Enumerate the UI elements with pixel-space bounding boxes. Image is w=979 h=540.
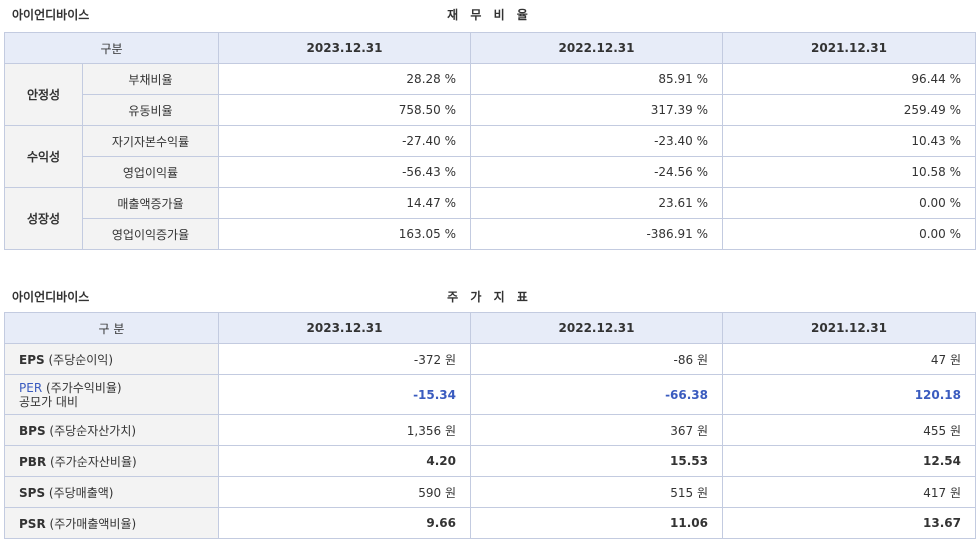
table-row: 성장성 매출액증가율 14.47 % 23.61 % 0.00 % xyxy=(4,187,976,250)
column-header: 구 분 xyxy=(4,312,219,344)
row-label: 부채비율 xyxy=(82,63,219,95)
indicator-code: PBR xyxy=(19,454,47,469)
table-row-bps: BPS (주당순자산가치) 1,356 원 367 원 455 원 xyxy=(4,414,976,446)
indicator-code: EPS xyxy=(19,352,45,367)
section-title: 재 무 비 율 xyxy=(447,8,532,22)
column-header: 2021.12.31 xyxy=(722,312,976,344)
value-cell: 259.49 % xyxy=(722,94,976,126)
value-cell: 15.53 xyxy=(470,445,723,477)
ratio-section-header: 아이언디바이스 재 무 비 율 xyxy=(0,0,979,24)
value-cell: -386.91 % xyxy=(470,218,723,250)
indicator-desc: (주가수익비율) xyxy=(45,380,122,395)
indicator-label: PBR (주가순자산비율) xyxy=(4,445,219,477)
indicator-desc: (주당순자산가치) xyxy=(49,423,137,438)
table-row-eps: EPS (주당순이익) -372 원 -86 원 47 원 xyxy=(4,343,976,375)
value-cell: -27.40 % xyxy=(218,125,471,157)
column-header: 구분 xyxy=(4,32,219,64)
indicator-label: BPS (주당순자산가치) xyxy=(4,414,219,446)
value-cell: 120.18 xyxy=(722,374,976,415)
value-cell: 1,356 원 xyxy=(218,414,471,446)
value-cell: 515 원 xyxy=(470,476,723,508)
indicator-label: SPS (주당매출액) xyxy=(4,476,219,508)
value-cell: 10.43 % xyxy=(722,125,976,157)
category-cell: 안정성 xyxy=(4,63,83,126)
value-cell: -372 원 xyxy=(218,343,471,375)
indicator-code: PSR xyxy=(19,516,46,531)
table-row: 영업이익증가율 163.05 % -386.91 % 0.00 % xyxy=(5,218,976,250)
value-cell: 367 원 xyxy=(470,414,723,446)
indicator-desc: (주가순자산비율) xyxy=(50,454,137,469)
value-cell: 13.67 xyxy=(722,507,976,539)
value-cell: 0.00 % xyxy=(722,218,976,250)
value-cell: 758.50 % xyxy=(218,94,471,126)
value-cell: 9.66 xyxy=(218,507,471,539)
table-row: 영업이익률 -56.43 % -24.56 % 10.58 % xyxy=(5,156,976,188)
category-cell: 성장성 xyxy=(4,187,83,250)
value-cell: 0.00 % xyxy=(722,187,976,219)
indicator-label: PER (주가수익비율) 공모가 대비 xyxy=(4,374,219,415)
value-cell: 163.05 % xyxy=(218,218,471,250)
row-label: 영업이익률 xyxy=(82,156,219,188)
indicator-desc: (주당순이익) xyxy=(48,352,114,367)
stock-indicator-table: 구 분 2023.12.31 2022.12.31 2021.12.31 EPS… xyxy=(4,312,976,539)
value-cell: 14.47 % xyxy=(218,187,471,219)
table-row-psr: PSR (주가매출액비율) 9.66 11.06 13.67 xyxy=(4,507,976,539)
table-row-pbr: PBR (주가순자산비율) 4.20 15.53 12.54 xyxy=(4,445,976,477)
value-cell: 12.54 xyxy=(722,445,976,477)
table-header-row: 구분 2023.12.31 2022.12.31 2021.12.31 xyxy=(4,32,976,64)
indicator-code: SPS xyxy=(19,485,46,500)
column-header: 2022.12.31 xyxy=(470,32,723,64)
value-cell: 455 원 xyxy=(722,414,976,446)
indicator-code: PER xyxy=(19,380,43,395)
section-title: 주 가 지 표 xyxy=(447,290,532,304)
value-cell: 96.44 % xyxy=(722,63,976,95)
indicator-label: PSR (주가매출액비율) xyxy=(4,507,219,539)
column-header: 2023.12.31 xyxy=(218,32,471,64)
row-label: 매출액증가율 xyxy=(82,187,219,219)
value-cell: 47 원 xyxy=(722,343,976,375)
value-cell: 417 원 xyxy=(722,476,976,508)
indicator-code: BPS xyxy=(19,423,46,438)
table-row-sps: SPS (주당매출액) 590 원 515 원 417 원 xyxy=(4,476,976,508)
stock-section-header: 아이언디바이스 주 가 지 표 xyxy=(0,282,979,306)
value-cell: -15.34 xyxy=(218,374,471,415)
financial-ratio-table: 구분 2023.12.31 2022.12.31 2021.12.31 안정성 … xyxy=(4,32,976,250)
indicator-desc: (주당매출액) xyxy=(48,485,114,500)
value-cell: -86 원 xyxy=(470,343,723,375)
value-cell: 317.39 % xyxy=(470,94,723,126)
value-cell: 4.20 xyxy=(218,445,471,477)
value-cell: -24.56 % xyxy=(470,156,723,188)
indicator-note: 공모가 대비 xyxy=(19,394,79,409)
row-label: 자기자본수익률 xyxy=(82,125,219,157)
value-cell: 23.61 % xyxy=(470,187,723,219)
column-header: 2022.12.31 xyxy=(470,312,723,344)
value-cell: -66.38 xyxy=(470,374,723,415)
table-row: 안정성 부채비율 28.28 % 85.91 % 96.44 % xyxy=(4,63,976,126)
table-row-per: PER (주가수익비율) 공모가 대비 -15.34 -66.38 120.18 xyxy=(4,374,976,415)
indicator-desc: (주가매출액비율) xyxy=(49,516,137,531)
value-cell: 28.28 % xyxy=(218,63,471,95)
table-row: 유동비율 758.50 % 317.39 % 259.49 % xyxy=(5,94,976,126)
value-cell: -56.43 % xyxy=(218,156,471,188)
value-cell: 85.91 % xyxy=(470,63,723,95)
value-cell: 590 원 xyxy=(218,476,471,508)
category-cell: 수익성 xyxy=(4,125,83,188)
indicator-label: EPS (주당순이익) xyxy=(4,343,219,375)
value-cell: 10.58 % xyxy=(722,156,976,188)
row-label: 유동비율 xyxy=(82,94,219,126)
table-row: 수익성 자기자본수익률 -27.40 % -23.40 % 10.43 % xyxy=(4,125,976,188)
value-cell: 11.06 xyxy=(470,507,723,539)
table-header-row: 구 분 2023.12.31 2022.12.31 2021.12.31 xyxy=(4,312,976,344)
column-header: 2023.12.31 xyxy=(218,312,471,344)
column-header: 2021.12.31 xyxy=(722,32,976,64)
value-cell: -23.40 % xyxy=(470,125,723,157)
row-label: 영업이익증가율 xyxy=(82,218,219,250)
